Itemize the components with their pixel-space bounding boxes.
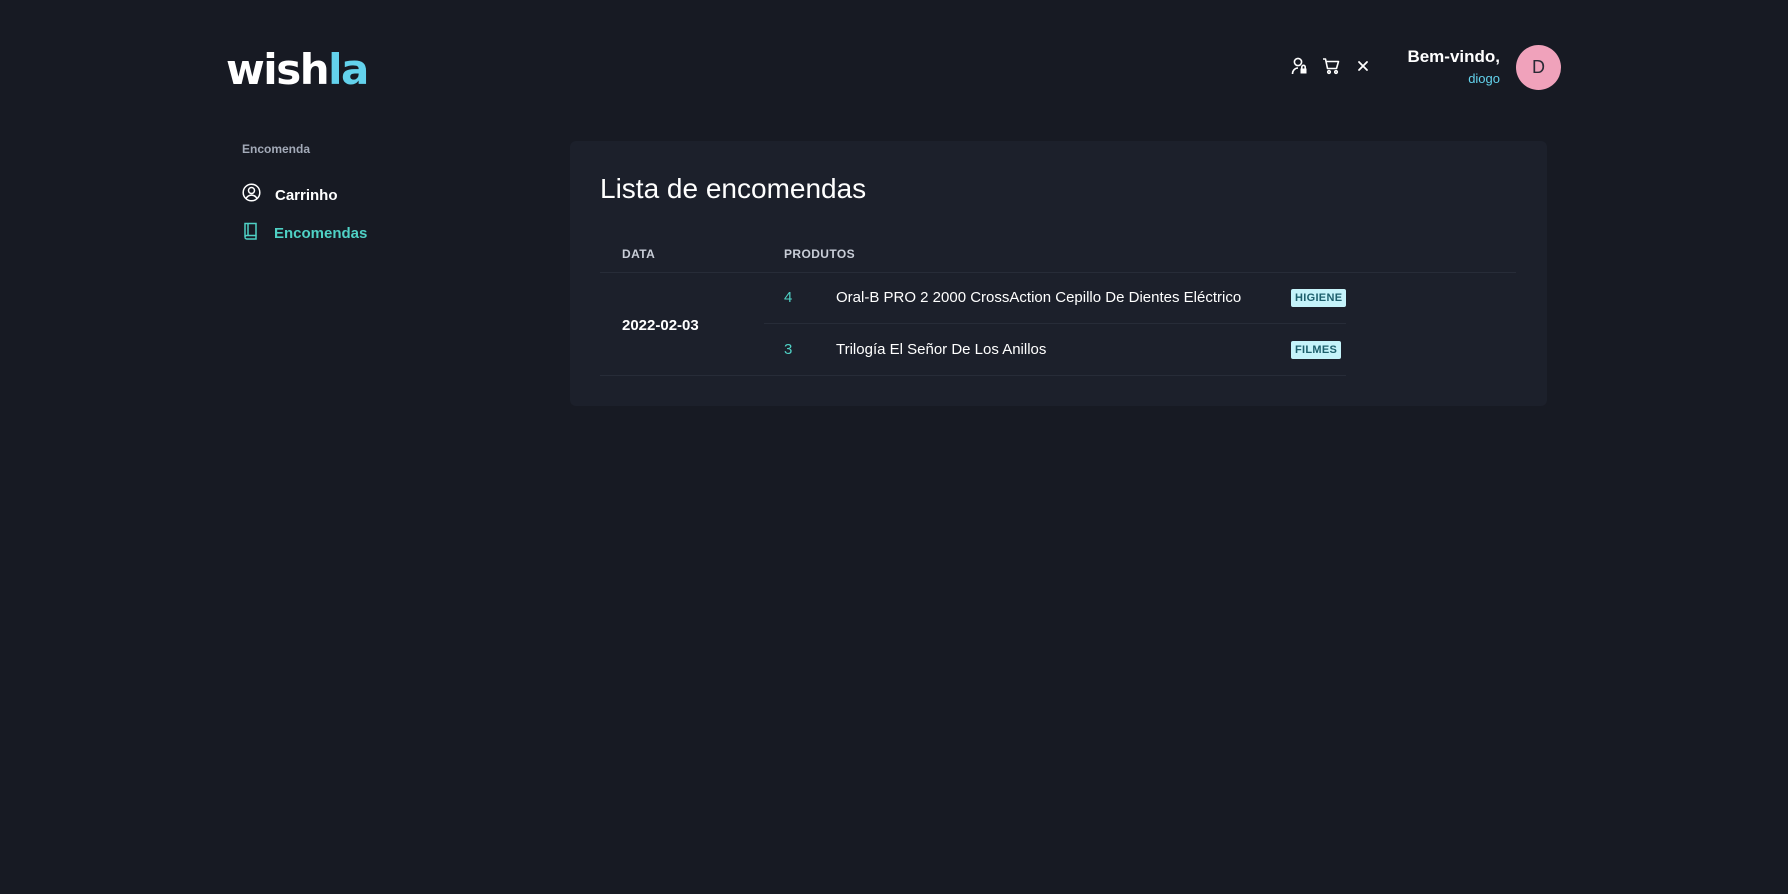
- category-badge: HIGIENE: [1291, 289, 1347, 307]
- user-lock-icon[interactable]: [1290, 56, 1308, 76]
- product-name: Trilogía El Señor De Los Anillos: [836, 341, 1047, 358]
- logo-part-2: la: [328, 45, 369, 94]
- logo[interactable]: wishla: [226, 44, 369, 96]
- sidebar-item-encomendas[interactable]: Encomendas: [242, 222, 502, 244]
- cart-icon[interactable]: [1322, 56, 1340, 76]
- sidebar-section-title: Encomenda: [242, 142, 311, 156]
- welcome-block: Bem-vindo, diogo: [1407, 46, 1500, 88]
- orders-card: Lista de encomendas DATA PRODUTOS 2022-0…: [570, 141, 1547, 406]
- logo-part-1: wish: [226, 45, 330, 94]
- divider: [600, 375, 764, 376]
- sidebar-item-label: Encomendas: [274, 224, 368, 242]
- column-header-products: PRODUTOS: [784, 247, 855, 261]
- user-circle-icon: [242, 183, 261, 207]
- welcome-greeting: Bem-vindo,: [1407, 47, 1500, 66]
- product-row: 3 Trilogía El Señor De Los Anillos FILME…: [764, 325, 1346, 376]
- product-row: 4 Oral-B PRO 2 2000 CrossAction Cepillo …: [764, 273, 1347, 324]
- header-icons: [1290, 56, 1372, 76]
- book-icon: [242, 221, 260, 245]
- product-name: Oral-B PRO 2 2000 CrossAction Cepillo De…: [836, 289, 1242, 306]
- column-header-date: DATA: [622, 247, 656, 261]
- welcome-username[interactable]: diogo: [1407, 70, 1500, 88]
- product-quantity: 4: [784, 289, 793, 306]
- sidebar-item-carrinho[interactable]: Carrinho: [242, 183, 502, 207]
- avatar[interactable]: D: [1516, 45, 1561, 90]
- order-date: 2022-02-03: [622, 317, 699, 334]
- sidebar: Encomenda Carrinho Encomendas: [242, 142, 502, 260]
- page-title: Lista de encomendas: [600, 173, 867, 204]
- close-icon[interactable]: [1354, 56, 1372, 76]
- sidebar-item-label: Carrinho: [275, 186, 338, 204]
- category-badge: FILMES: [1291, 341, 1342, 359]
- page: wishla Bem-vindo, diogo D Encomenda Carr…: [0, 0, 1788, 894]
- product-quantity: 3: [784, 341, 793, 358]
